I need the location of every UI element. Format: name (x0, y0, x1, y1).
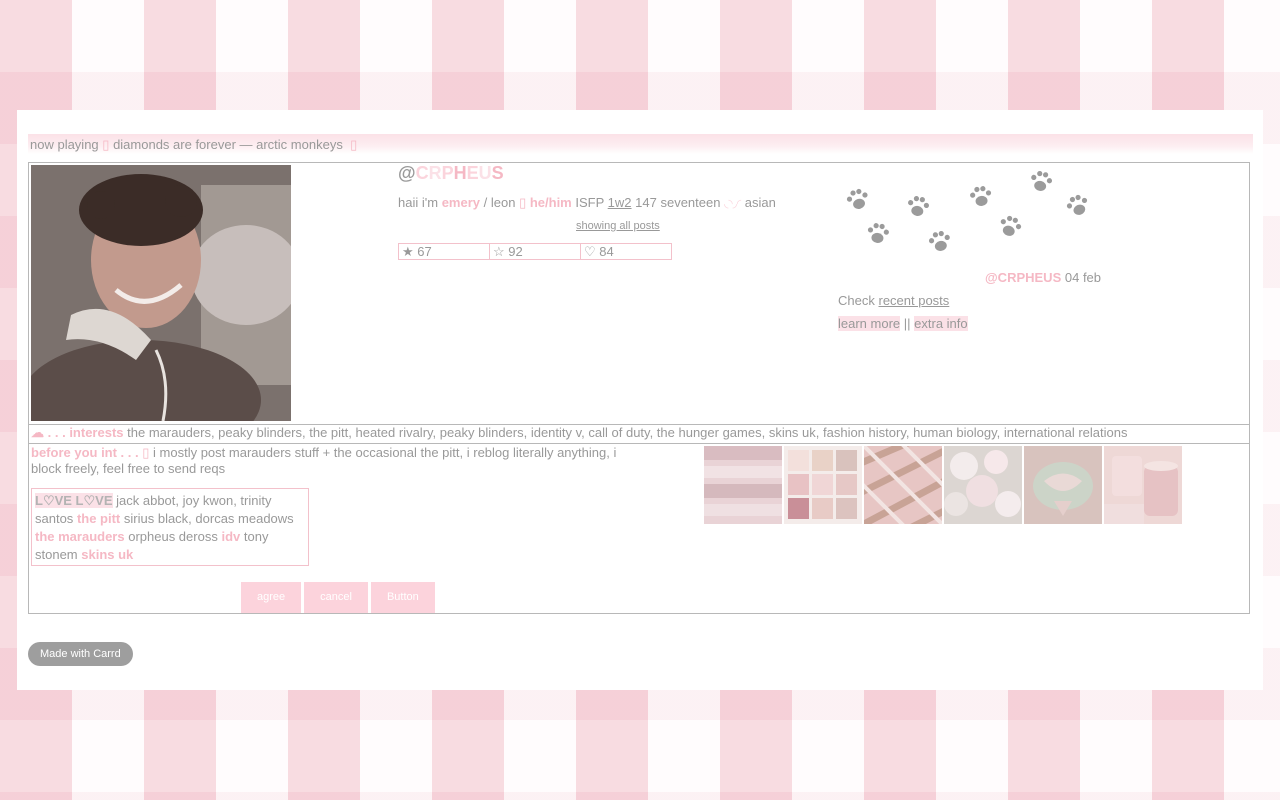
bio-text: asian (744, 195, 776, 210)
love-box: L♡VE L♡VE jack abbot, joy kwon, trinity … (31, 488, 309, 566)
check-line: Check recent posts (838, 293, 949, 308)
now-playing-track: diamonds are forever — arctic monkeys (113, 137, 343, 152)
gallery-image-roses (944, 446, 1022, 524)
gallery-image-palette (784, 446, 862, 524)
bio-glyph-icon: ▯ (519, 195, 527, 210)
side-handle: @CRPHEUS (985, 270, 1062, 285)
cancel-button[interactable]: cancel (304, 582, 368, 613)
gallery-image-sweaters (704, 446, 782, 524)
post-date-line: @CRPHEUS 04 feb (985, 270, 1101, 285)
handle-letter: C (415, 163, 429, 183)
paw-icon (1000, 215, 1022, 236)
profile-bio: haii i'm emery / leon ▯ he/him ISFP 1w2 … (398, 195, 818, 211)
love-fandom: skins uk (81, 547, 134, 562)
profile-photo (31, 165, 291, 421)
image-gallery (704, 446, 1182, 524)
gallery-image-lace (1024, 446, 1102, 524)
show-all-posts-link[interactable]: showing all posts (576, 220, 660, 232)
interests-text: the marauders, peaky blinders, the pitt,… (127, 425, 1128, 440)
love-text: orpheus deross (128, 529, 218, 544)
bio-type: 1w2 (607, 195, 632, 210)
made-with-carrd-badge[interactable]: Made with Carrd (28, 642, 133, 666)
gallery-image-mugs (1104, 446, 1182, 524)
interests-dots: . . . (47, 425, 66, 440)
before-you-interact: before you int . . . ▯ i mostly post mar… (31, 445, 641, 477)
stats-row: ★ 67 ☆ 92 ♡ 84 (398, 243, 672, 260)
handle-letter: H (453, 163, 467, 183)
heart-icon: ♡ (584, 244, 596, 259)
interests-label: interests (69, 425, 124, 440)
love-fandom: idv (221, 529, 241, 544)
love-title: L♡VE L♡VE (35, 493, 113, 508)
post-date: 04 feb (1064, 270, 1102, 285)
button-row: agree cancel Button (241, 582, 435, 613)
stat-value: 84 (599, 244, 614, 259)
link-separator: || (903, 316, 911, 331)
handle-letter: R (428, 163, 442, 183)
handle-letter: P (441, 163, 454, 183)
stat-value: 92 (508, 244, 523, 259)
divider (29, 443, 1249, 444)
stat-value: 67 (417, 244, 432, 259)
bio-kaomoji: ◟◝◞◜ (724, 198, 742, 210)
profile-photo-image (31, 165, 291, 421)
cloud-icon: ☁ (31, 425, 44, 440)
love-fandom: the pitt (76, 511, 121, 526)
stat-box: ★ 67 (398, 243, 490, 260)
now-playing-prefix: now playing (30, 137, 99, 152)
star-icon: ★ (402, 244, 414, 259)
bio-name: emery (441, 195, 480, 210)
gallery-image-plaid (864, 446, 942, 524)
handle-at: @ (398, 163, 416, 183)
bio-text: ISFP (575, 195, 605, 210)
paw-icon (970, 186, 992, 206)
handle-letter: S (491, 163, 504, 183)
music-end-icon: ▯ (350, 137, 358, 152)
love-text: sirius black, dorcas meadows (123, 511, 294, 526)
bio-text: haii i'm (398, 195, 439, 210)
paw-icon (908, 196, 929, 216)
extra-info-link[interactable]: extra info (914, 316, 968, 331)
paw-prints (835, 169, 1115, 259)
paw-icon (928, 230, 950, 251)
profile-handle: @CRPHEUS (398, 163, 504, 184)
bio-text: / leon (483, 195, 516, 210)
stat-box: ♡ 84 (580, 243, 672, 260)
star-outline-icon: ☆ (493, 244, 505, 259)
before-label: before you int . . . (31, 445, 139, 460)
handle-letter: E (466, 163, 479, 183)
profile-card: now playing ▯ diamonds are forever — arc… (17, 110, 1263, 690)
interests-line: ☁ . . . interests the marauders, peaky b… (31, 425, 1127, 441)
main-panel: @CRPHEUS haii i'm emery / leon ▯ he/him … (28, 162, 1250, 614)
now-playing-bar: now playing ▯ diamonds are forever — arc… (28, 134, 1253, 154)
paw-icon (1031, 170, 1053, 191)
music-glyph-icon: ▯ (102, 137, 110, 152)
paw-icon (846, 188, 868, 209)
handle-letter: U (478, 163, 492, 183)
learn-line: learn more || extra info (838, 316, 968, 331)
paw-icon (1066, 194, 1088, 215)
bio-pronouns: he/him (529, 195, 572, 210)
bio-text: 147 seventeen (635, 195, 721, 210)
check-prefix: Check (838, 293, 875, 308)
paw-icon (867, 223, 889, 243)
recent-posts-link[interactable]: recent posts (878, 293, 949, 308)
stat-box: ☆ 92 (489, 243, 581, 260)
before-glyph-icon: ▯ (142, 445, 150, 460)
generic-button[interactable]: Button (370, 582, 435, 613)
love-fandom: the marauders (35, 529, 125, 544)
agree-button[interactable]: agree (241, 582, 302, 613)
learn-more-link[interactable]: learn more (838, 316, 901, 331)
